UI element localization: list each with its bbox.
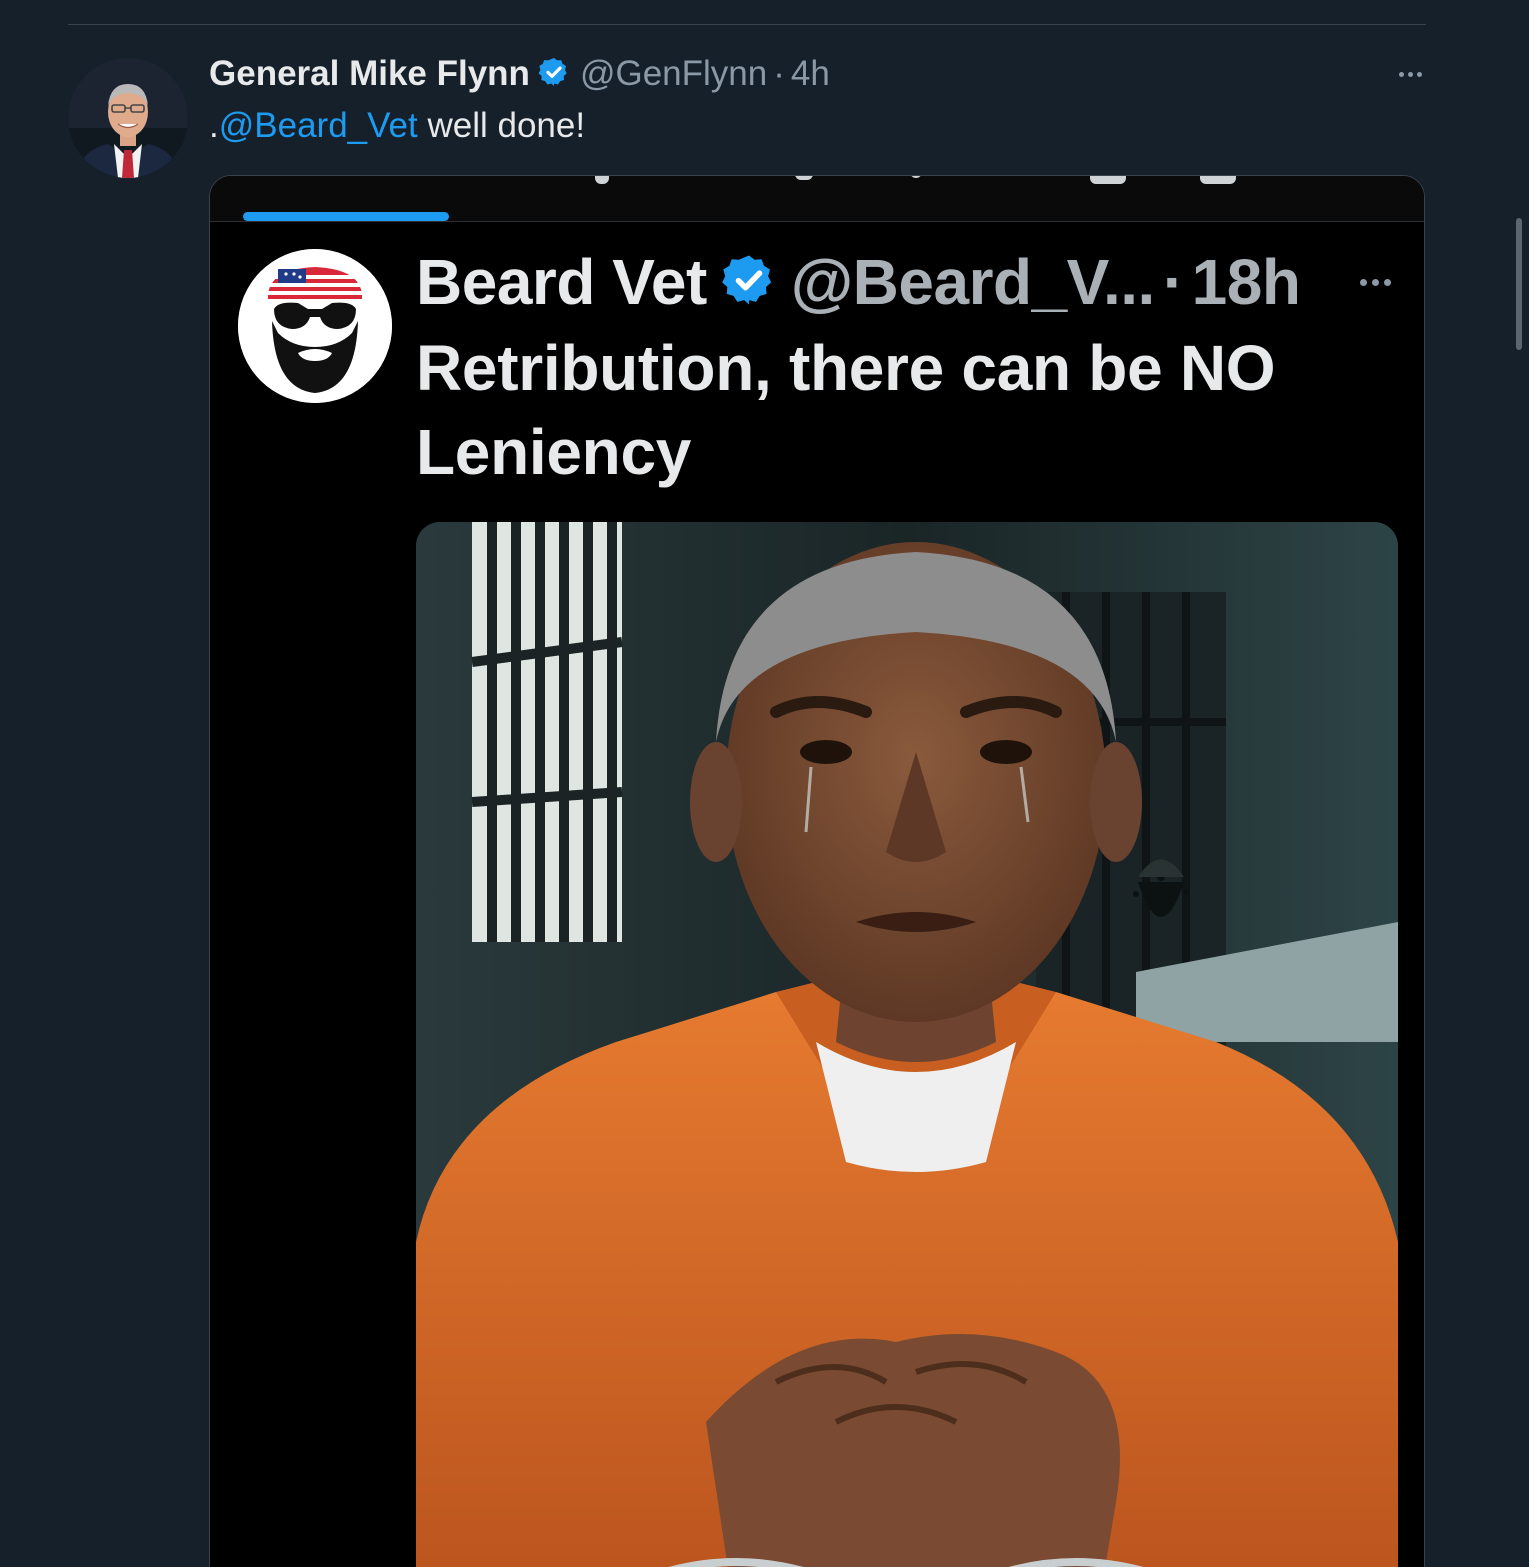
avatar-photo (68, 58, 188, 178)
verified-badge-icon (538, 56, 570, 93)
inner-separator: · (1162, 246, 1184, 318)
author-handle[interactable]: @GenFlynn (580, 54, 767, 94)
inner-more-options-icon (1350, 272, 1400, 292)
tweet-header: General Mike Flynn @GenFlynn · 4h (209, 52, 830, 96)
inner-author-handle: @Beard_V... (790, 246, 1156, 318)
jail-cell-image (416, 522, 1398, 1567)
scrollbar[interactable] (1516, 218, 1522, 350)
beard-logo-icon (238, 249, 392, 403)
cropped-screenshot-top (210, 176, 1424, 222)
inner-tweet-text: Retribution, there can be NO Leniency (416, 332, 1276, 488)
mention-link[interactable]: @Beard_Vet (219, 106, 418, 145)
embedded-photo (416, 522, 1398, 1567)
inner-timestamp: 18h (1191, 246, 1301, 318)
separator: · (773, 54, 785, 93)
more-options-icon[interactable] (1390, 58, 1430, 90)
tweet-page: General Mike Flynn @GenFlynn · 4h .@Bear… (0, 0, 1529, 1567)
avatar[interactable] (68, 58, 188, 178)
inner-header: Beard Vet @Beard_V... · 18h (416, 242, 1301, 322)
inner-author-name: Beard Vet (416, 246, 707, 318)
timestamp[interactable]: 4h (791, 54, 830, 94)
tweet-text: .@Beard_Vet well done! (209, 106, 585, 146)
inner-verified-badge-icon (721, 252, 777, 313)
text-body: well done! (417, 106, 586, 145)
media-card[interactable]: Beard Vet @Beard_V... · 18h Retribution,… (209, 175, 1425, 1567)
inner-avatar (238, 249, 392, 403)
divider (68, 24, 1426, 25)
text-prefix: . (209, 106, 219, 145)
tab-indicator (243, 212, 449, 221)
author-name[interactable]: General Mike Flynn (209, 54, 530, 94)
